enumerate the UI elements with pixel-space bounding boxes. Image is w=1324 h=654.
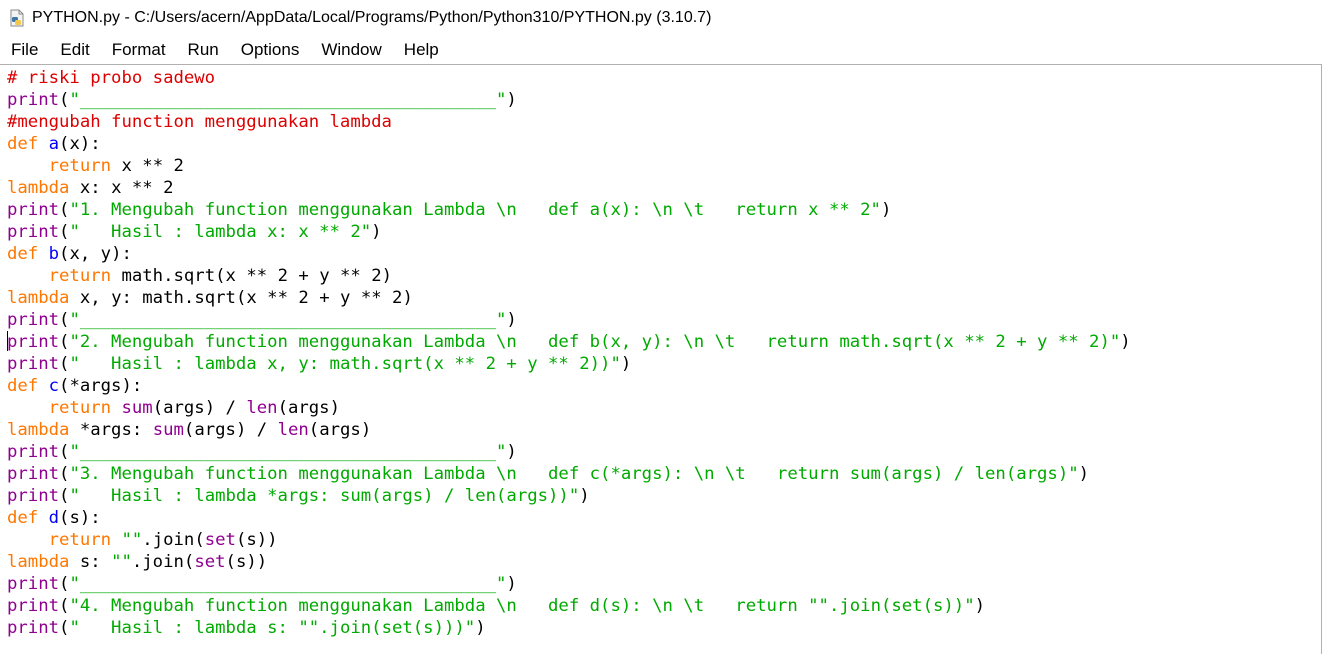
code-line[interactable]: # riski probo sadewo	[7, 67, 1131, 89]
code-line[interactable]: def d(s):	[7, 507, 1131, 529]
menu-help[interactable]: Help	[404, 40, 439, 60]
code-line[interactable]: print(" Hasil : lambda s: "".join(set(s)…	[7, 617, 1131, 639]
code-line[interactable]: return "".join(set(s))	[7, 529, 1131, 551]
code-line[interactable]: print(" Hasil : lambda *args: sum(args) …	[7, 485, 1131, 507]
code-line[interactable]: print("4. Mengubah function menggunakan …	[7, 595, 1131, 617]
code-line[interactable]: lambda s: "".join(set(s))	[7, 551, 1131, 573]
code-line[interactable]: print(" Hasil : lambda x, y: math.sqrt(x…	[7, 353, 1131, 375]
menu-format[interactable]: Format	[112, 40, 166, 60]
code-text-area[interactable]: # riski probo sadewo print("_____________…	[7, 67, 1131, 639]
text-cursor	[7, 331, 8, 351]
menu-options[interactable]: Options	[241, 40, 300, 60]
menu-bar: File Edit Format Run Options Window Help	[0, 36, 1324, 64]
code-line[interactable]: print("_________________________________…	[7, 573, 1131, 595]
code-line[interactable]: print("1. Mengubah function menggunakan …	[7, 199, 1131, 221]
code-line[interactable]: print("_________________________________…	[7, 89, 1131, 111]
menu-window[interactable]: Window	[321, 40, 381, 60]
code-line[interactable]: lambda *args: sum(args) / len(args)	[7, 419, 1131, 441]
code-line[interactable]: return x ** 2	[7, 155, 1131, 177]
menu-edit[interactable]: Edit	[60, 40, 89, 60]
window-title: PYTHON.py - C:/Users/acern/AppData/Local…	[32, 9, 712, 26]
code-line[interactable]: return sum(args) / len(args)	[7, 397, 1131, 419]
code-line[interactable]: def b(x, y):	[7, 243, 1131, 265]
code-line[interactable]: #mengubah function menggunakan lambda	[7, 111, 1131, 133]
code-line[interactable]: return math.sqrt(x ** 2 + y ** 2)	[7, 265, 1131, 287]
code-line[interactable]: lambda x: x ** 2	[7, 177, 1131, 199]
code-line[interactable]: print("3. Mengubah function menggunakan …	[7, 463, 1131, 485]
code-line[interactable]: print("2. Mengubah function menggunakan …	[7, 331, 1131, 353]
code-line[interactable]: print(" Hasil : lambda x: x ** 2")	[7, 221, 1131, 243]
code-line[interactable]: def a(x):	[7, 133, 1131, 155]
title-bar: PYTHON.py - C:/Users/acern/AppData/Local…	[0, 0, 1324, 36]
python-file-icon	[10, 9, 24, 27]
code-line[interactable]: print("_________________________________…	[7, 309, 1131, 331]
code-line[interactable]: print("_________________________________…	[7, 441, 1131, 463]
code-line[interactable]: def c(*args):	[7, 375, 1131, 397]
menu-file[interactable]: File	[11, 40, 38, 60]
code-line[interactable]: lambda x, y: math.sqrt(x ** 2 + y ** 2)	[7, 287, 1131, 309]
menu-run[interactable]: Run	[188, 40, 219, 60]
code-editor[interactable]: # riski probo sadewo print("_____________…	[0, 64, 1322, 654]
